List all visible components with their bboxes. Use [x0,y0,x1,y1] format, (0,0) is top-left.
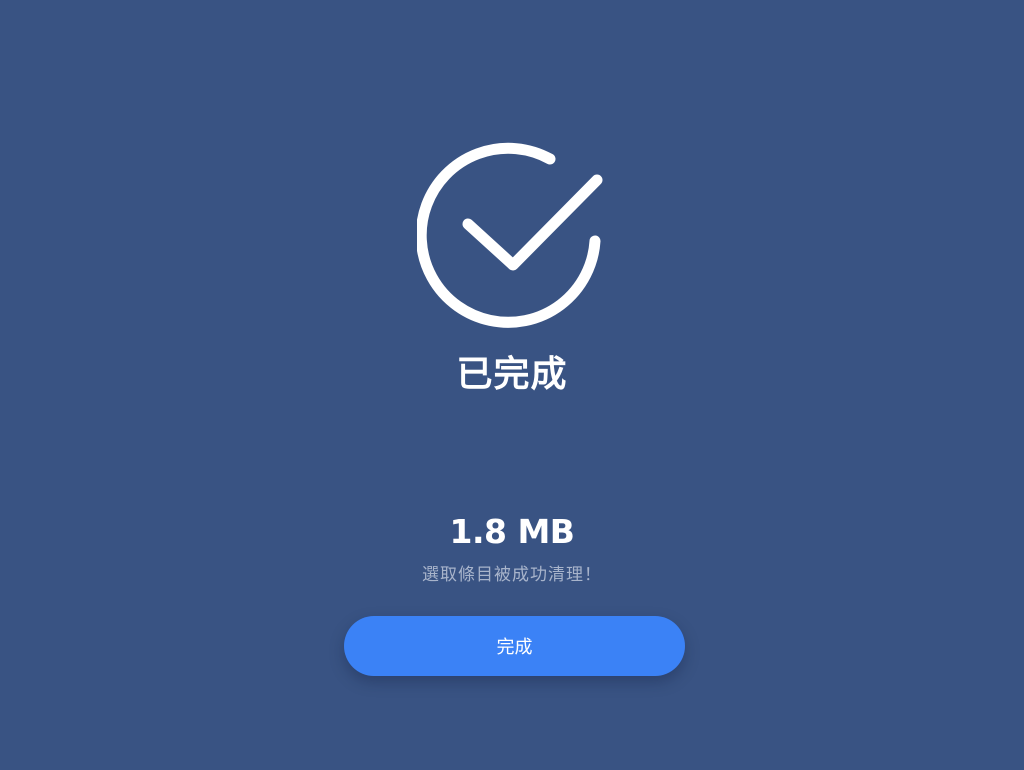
cleanup-message: 選取條目被成功清理！ [422,565,602,585]
cleanup-complete-screen: 已完成 1.8 MB 選取條目被成功清理！ 完成 [0,0,1024,770]
cleaned-size: 1.8 MB [449,512,575,551]
checkmark-circle-icon [417,142,603,328]
completion-title: 已完成 [456,354,568,395]
done-button[interactable]: 完成 [344,616,685,676]
